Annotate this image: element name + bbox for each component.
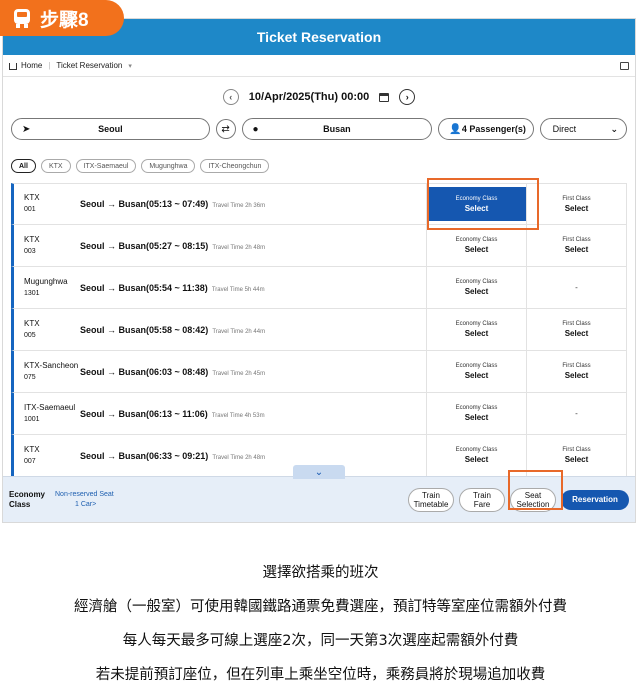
train-route: Seoul → Busan(05:13 ~ 07:49) Travel Time … (80, 199, 266, 209)
breadcrumb-current[interactable]: Ticket Reservation (56, 61, 122, 70)
caption-line: 經濟艙（一般室）可使用韓國鐵路通票免費選座，預訂特等室座位需額外付費 (74, 599, 567, 615)
filter-chip-itx-cheongchun[interactable]: ITX-Cheongchun (200, 159, 270, 173)
train-row: ITX-Saemaeul 1001 Seoul → Busan(06:13 ~ 11… (11, 393, 627, 435)
train-type-filters: All KTX ITX-Saemaeul Mugunghwa ITX-Cheon… (3, 159, 635, 175)
first-class-unavailable: - (526, 267, 626, 308)
train-name: KTX 005 (24, 318, 40, 339)
train-name: ITX-Saemaeul 1001 (24, 402, 76, 423)
search-row: ➤ Seoul ⇄ ● Busan 👤 4 Passenger(s) Direc… (3, 117, 635, 141)
train-name: Mugunghwa 1301 (24, 276, 68, 297)
swap-icon[interactable]: ⇄ (215, 119, 236, 139)
caption-line: 每人每天最多可線上選座2次，同一天第3次選座起需額外付費 (122, 633, 519, 649)
train-route: Seoul → Busan(06:03 ~ 08:48) Travel Time … (80, 366, 266, 377)
economy-class-select[interactable]: Economy Class Select (426, 393, 526, 434)
train-row: Mugunghwa 1301 Seoul → Busan(05:54 ~ 11:38… (11, 267, 627, 309)
first-class-select[interactable]: First Class Select (526, 184, 626, 224)
origin-field[interactable]: ➤ Seoul (11, 118, 210, 140)
economy-class-select[interactable]: Economy Class Select (426, 351, 526, 392)
route-type-select[interactable]: Direct ⌄ (539, 118, 627, 140)
person-icon: 👤 (449, 123, 462, 135)
caption-line: 若未提前預訂座位，但在列車上乘坐空位時，乘務員將於現場追加收費 (95, 667, 546, 683)
date-selector: ‹ 10/Apr/2025(Thu) 00:00 › (3, 83, 635, 111)
train-fare-button[interactable]: Train Fare (459, 487, 505, 512)
train-timetable-button[interactable]: Train Timetable (408, 487, 454, 512)
chevron-left-icon[interactable]: ‹ (222, 89, 239, 105)
train-icon (12, 8, 32, 28)
seat-info[interactable]: Non-reserved Seat 1 Car> (55, 490, 114, 510)
train-row: KTX-Sancheon 075 Seoul → Busan(06:03 ~ 08:… (11, 351, 627, 393)
map-pin-icon: ● (252, 123, 259, 135)
instruction-captions: 選擇欲搭乘的班次 經濟艙（一般室）可使用韓國鐵路通票免費選座，預訂特等室座位需額… (0, 556, 641, 691)
chevron-down-icon[interactable]: ⌄ (293, 465, 345, 479)
location-arrow-icon: ➤ (22, 123, 31, 135)
app-window: Ticket Reservation Home | Ticket Reserva… (2, 18, 636, 523)
train-row: KTX 003 Seoul → Busan(05:27 ~ 08:15) Travel… (11, 225, 627, 267)
chevron-down-icon[interactable]: ▾ (128, 62, 132, 70)
first-class-select[interactable]: First Class Select (526, 351, 626, 392)
first-class-select[interactable]: First Class Select (526, 225, 626, 266)
destination-field[interactable]: ● Busan (241, 118, 433, 140)
date-value[interactable]: 10/Apr/2025(Thu) 00:00 (249, 91, 369, 103)
train-route: Seoul → Busan(05:58 ~ 08:42) Travel Time … (80, 324, 266, 335)
breadcrumb-home[interactable]: Home (21, 61, 42, 70)
calendar-icon[interactable] (379, 92, 390, 102)
passenger-selector[interactable]: 👤 4 Passenger(s) (438, 118, 534, 140)
highlight-economy-select (427, 178, 539, 230)
economy-class-select[interactable]: Economy Class Select (426, 309, 526, 350)
breadcrumb: Home | Ticket Reservation ▾ (3, 55, 635, 77)
first-class-select[interactable]: First Class Select (526, 309, 626, 350)
train-name: KTX 007 (24, 444, 40, 465)
train-name: KTX-Sancheon 075 (24, 360, 79, 381)
step-badge: 步驟8 (0, 0, 124, 36)
train-route: Seoul → Busan(05:27 ~ 08:15) Travel Time … (80, 240, 266, 251)
selected-class: Economy Class (9, 489, 46, 509)
train-name: KTX 003 (24, 234, 40, 255)
train-route: Seoul → Busan(05:54 ~ 11:38) Travel Time … (80, 282, 265, 293)
train-name: KTX 001 (24, 193, 40, 213)
train-route: Seoul → Busan(06:13 ~ 11:06) Travel Time … (80, 408, 265, 419)
main-content: ‹ 10/Apr/2025(Thu) 00:00 › ➤ Seoul ⇄ ● B… (3, 77, 635, 522)
filter-chip-mugunghwa[interactable]: Mugunghwa (141, 159, 196, 173)
home-icon[interactable] (9, 63, 17, 70)
first-class-unavailable: - (526, 393, 626, 434)
step-label: 步驟8 (40, 9, 89, 31)
train-route: Seoul → Busan(06:33 ~ 09:21) Travel Time … (80, 450, 266, 461)
filter-chip-itx-saemaeul[interactable]: ITX-Saemaeul (75, 159, 137, 173)
caption-line: 選擇欲搭乘的班次 (262, 565, 379, 581)
highlight-seat-selection (508, 470, 563, 510)
economy-class-select[interactable]: Economy Class Select (426, 267, 526, 308)
filter-chip-ktx[interactable]: KTX (40, 159, 71, 173)
chevron-down-icon: ⌄ (610, 123, 618, 134)
chevron-right-icon[interactable]: › (399, 89, 416, 105)
train-list: KTX 001 Seoul → Busan(05:13 ~ 07:49) Travel… (3, 183, 635, 477)
print-icon[interactable] (620, 61, 629, 70)
train-row: KTX 005 Seoul → Busan(05:58 ~ 08:42) Travel… (11, 309, 627, 351)
filter-chip-all[interactable]: All (11, 159, 36, 173)
economy-class-select[interactable]: Economy Class Select (426, 225, 526, 266)
reservation-button[interactable]: Reservation (561, 489, 629, 510)
